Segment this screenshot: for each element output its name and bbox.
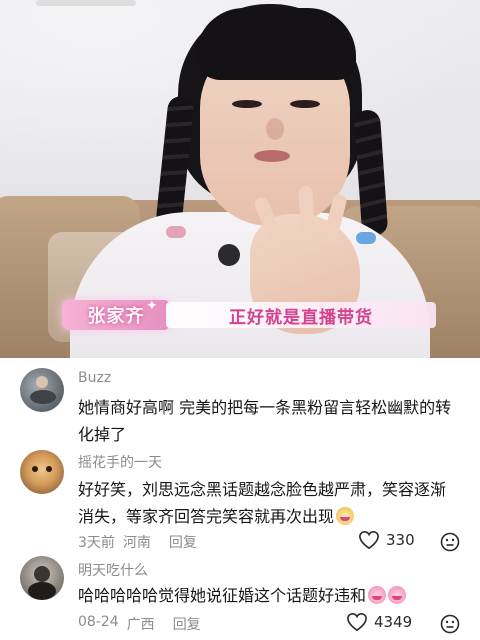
eye-right bbox=[290, 100, 320, 108]
comment-time: 3天前 bbox=[78, 535, 115, 551]
username[interactable]: 明天吃什么 bbox=[78, 560, 148, 580]
lapel-microphone bbox=[218, 244, 240, 266]
avatar-figure bbox=[28, 582, 56, 600]
comment-item: Buzz 她情商好高啊 完美的把每一条黑粉留言轻松幽默的转化掉了 bbox=[0, 358, 480, 450]
avatar-eye bbox=[32, 466, 38, 472]
comment-text-body: 好好笑，刘思远念黑话题越念脸色越严肃，笑容逐渐消失，等家齐回答完笑容就再次出现 bbox=[78, 480, 447, 526]
comment-item: 摇花手的一天 好好笑，刘思远念黑话题越念脸色越严肃，笑容逐渐消失，等家齐回答完笑… bbox=[0, 450, 480, 556]
avatar-head bbox=[34, 566, 50, 582]
comment-text: 好好笑，刘思远念黑话题越念脸色越严肃，笑容逐渐消失，等家齐回答完笑容就再次出现 bbox=[78, 476, 458, 530]
comment-time: 08-24 bbox=[78, 614, 119, 630]
meh-face-icon[interactable] bbox=[440, 614, 460, 634]
avatar[interactable] bbox=[20, 556, 64, 600]
heart-outline-icon bbox=[359, 530, 379, 550]
username[interactable]: 摇花手的一天 bbox=[78, 452, 162, 472]
comment-meta: 08-24 广西 回复 bbox=[78, 614, 201, 634]
like-count: 330 bbox=[386, 531, 415, 549]
braid-right bbox=[353, 109, 389, 237]
avatar-head bbox=[36, 376, 48, 388]
meh-face-icon[interactable] bbox=[440, 532, 460, 552]
avatar-eye bbox=[46, 466, 52, 472]
hair-tie-right bbox=[356, 232, 376, 244]
avatar-figure bbox=[30, 390, 56, 404]
name-tag-text: 张家齐 bbox=[87, 306, 145, 327]
sparkle-icon: ✦ bbox=[146, 298, 158, 314]
comment-meta: 3天前 河南 回复 bbox=[78, 532, 197, 552]
caption-text: 正好就是直播带货 bbox=[229, 307, 373, 328]
like-button[interactable]: 4349 bbox=[346, 612, 412, 632]
avatar[interactable] bbox=[20, 368, 64, 412]
comment-text: 哈哈哈哈哈觉得她说征婚这个话题好违和 bbox=[78, 582, 458, 609]
mouth bbox=[254, 150, 290, 162]
like-count: 4349 bbox=[374, 613, 413, 631]
comment-location: 广西 bbox=[126, 617, 155, 633]
reply-button[interactable]: 回复 bbox=[173, 614, 201, 634]
reply-button[interactable]: 回复 bbox=[169, 532, 197, 552]
video-frame[interactable]: 张家齐 ✦ 正好就是直播带货 bbox=[0, 0, 480, 358]
like-button[interactable]: 330 bbox=[358, 530, 415, 550]
comment-list: Buzz 她情商好高啊 完美的把每一条黑粉留言轻松幽默的转化掉了 摇花手的一天 … bbox=[0, 358, 480, 640]
comment-item: 明天吃什么 哈哈哈哈哈觉得她说征婚这个话题好违和 08-24 广西 回复 434… bbox=[0, 556, 480, 640]
comment-text: 她情商好高啊 完美的把每一条黑粉留言轻松幽默的转化掉了 bbox=[78, 398, 452, 444]
eye-left bbox=[232, 100, 262, 108]
comment-text-body: 哈哈哈哈哈觉得她说征婚这个话题好违和 bbox=[78, 586, 367, 605]
hair-tie-left bbox=[166, 226, 186, 238]
crying-laughing-emoji bbox=[388, 586, 407, 604]
fringe bbox=[196, 8, 356, 80]
heart-outline-icon bbox=[347, 612, 367, 632]
cat-laughing-emoji bbox=[336, 507, 355, 525]
comment-location: 河南 bbox=[122, 535, 151, 551]
avatar[interactable] bbox=[20, 450, 64, 494]
username[interactable]: Buzz bbox=[78, 370, 111, 386]
crying-laughing-emoji bbox=[368, 586, 387, 604]
nose bbox=[266, 118, 284, 140]
subtitle-caption: 正好就是直播带货 bbox=[166, 302, 436, 328]
